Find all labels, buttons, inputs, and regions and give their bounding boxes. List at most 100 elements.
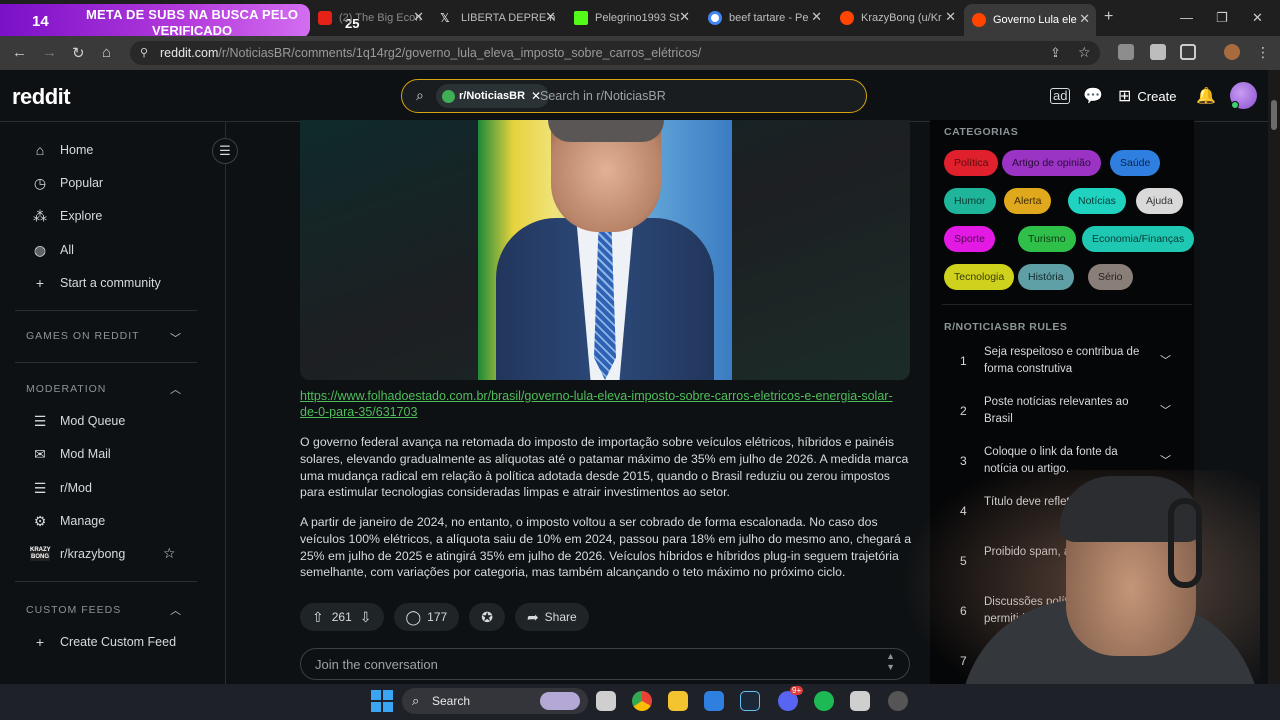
source-link[interactable]: https://www.folhadoestado.com.br/brasil/… xyxy=(300,388,910,420)
close-tab-icon[interactable]: ✕ xyxy=(413,9,424,25)
home-browser-icon[interactable]: ⌂ xyxy=(102,44,111,61)
minimize-icon[interactable]: — xyxy=(1180,10,1193,25)
sidebar-item-all[interactable]: ◍ All xyxy=(30,240,74,260)
share-button[interactable]: ➦ Share xyxy=(514,603,589,631)
moderation-section-title[interactable]: MODERATION xyxy=(26,383,106,395)
chat-icon[interactable]: 💬 xyxy=(1083,86,1103,106)
sidebar-item-rmod[interactable]: ☰ r/Mod xyxy=(30,478,92,498)
close-window-icon[interactable]: ✕ xyxy=(1252,10,1263,26)
close-tab-icon[interactable]: ✕ xyxy=(1079,11,1090,27)
close-tab-icon[interactable]: ✕ xyxy=(679,9,690,25)
bookmark-star-icon[interactable]: ☆ xyxy=(1078,44,1091,61)
extension-icon[interactable] xyxy=(1150,44,1166,60)
downvote-icon[interactable]: ⇩ xyxy=(360,609,372,626)
close-tab-icon[interactable]: ✕ xyxy=(545,9,556,25)
sidebar-item-manage[interactable]: ⚙ Manage xyxy=(30,511,105,531)
back-icon[interactable]: ← xyxy=(12,44,27,61)
chevron-down-icon[interactable]: ﹀ xyxy=(1160,336,1171,386)
browser-menu-icon[interactable]: ⋮ xyxy=(1256,44,1270,61)
task-view-icon[interactable] xyxy=(596,691,616,711)
taskbar-search[interactable]: ⌕ Search xyxy=(402,688,588,714)
sidebar-item-start-community[interactable]: + Start a community xyxy=(30,273,161,293)
restore-icon[interactable]: ❐ xyxy=(1216,10,1228,26)
category-tag[interactable]: Ajuda xyxy=(1136,188,1183,214)
chevron-up-icon[interactable]: ︿ xyxy=(170,381,181,397)
windows-start-icon[interactable] xyxy=(371,690,393,712)
category-tag[interactable]: Alerta xyxy=(1004,188,1052,214)
sidebar-item-mod-mail[interactable]: ✉ Mod Mail xyxy=(30,444,111,464)
search-input[interactable] xyxy=(540,86,840,106)
community-search-chip[interactable]: r/NoticiasBR ✕ xyxy=(436,84,550,108)
comments-button[interactable]: ◯ 177 xyxy=(393,603,460,631)
online-status-dot xyxy=(1231,101,1239,109)
chevron-up-icon[interactable]: ︿ xyxy=(170,602,181,618)
chevron-down-icon[interactable]: ﹀ xyxy=(1160,386,1171,436)
tab-liberta[interactable]: 𝕏 LIBERTA DEPRE n ✕ xyxy=(432,6,562,30)
sidebar-item-home[interactable]: ⌂ Home xyxy=(30,140,94,160)
scrollbar-thumb[interactable] xyxy=(1271,100,1277,130)
snipping-tool-icon[interactable] xyxy=(850,691,870,711)
tab-beef-tartare[interactable]: beef tartare - Pe ✕ xyxy=(700,6,828,30)
category-tag[interactable]: Saúde xyxy=(1110,150,1161,176)
sidebar-item-create-custom-feed[interactable]: + Create Custom Feed xyxy=(30,632,176,652)
tab-big-econ[interactable]: (2) The Big Econ ✕ xyxy=(310,6,430,30)
site-info-icon[interactable]: ⚲ xyxy=(140,41,148,65)
chevron-down-icon[interactable]: ﹀ xyxy=(170,330,181,346)
category-tag[interactable]: Política xyxy=(944,150,999,176)
category-tag[interactable]: Sério xyxy=(1088,264,1133,290)
close-tab-icon[interactable]: ✕ xyxy=(945,9,956,25)
collapse-sidebar-button[interactable]: ☰ xyxy=(212,138,238,164)
sidebar-item-popular[interactable]: ◷ Popular xyxy=(30,173,103,193)
resize-grip-icon[interactable]: ▲ ▼ xyxy=(886,651,895,673)
url-field[interactable]: ⚲ reddit.com/r/NoticiasBR/comments/1q14r… xyxy=(130,41,1100,65)
tab-governo-lula[interactable]: Governo Lula ele ✕ xyxy=(964,4,1096,36)
file-explorer-icon[interactable] xyxy=(668,691,688,711)
award-button[interactable]: ✪ xyxy=(469,603,505,631)
advertise-icon[interactable]: ad xyxy=(1050,88,1071,104)
extension-icon[interactable] xyxy=(1118,44,1134,60)
category-tag[interactable]: Artigo de opinião xyxy=(1002,150,1101,176)
obs-icon[interactable] xyxy=(888,691,908,711)
favorite-star-icon[interactable]: ☆ xyxy=(163,545,176,562)
category-tag[interactable]: Notícias xyxy=(1068,188,1126,214)
reload-icon[interactable]: ↻ xyxy=(72,44,85,62)
new-tab-icon[interactable]: + xyxy=(1104,8,1113,26)
chrome-icon[interactable] xyxy=(632,691,652,711)
page-scrollbar[interactable] xyxy=(1268,70,1280,684)
create-button[interactable]: ⊞ Create xyxy=(1118,86,1176,106)
reddit-logo[interactable]: reddit xyxy=(12,84,71,110)
post-paragraph: O governo federal avança na retomada do … xyxy=(300,435,909,500)
sidebar-item-mod-queue[interactable]: ☰ Mod Queue xyxy=(30,411,126,431)
close-tab-icon[interactable]: ✕ xyxy=(811,9,822,25)
mod-queue-icon: ☰ xyxy=(33,412,47,429)
games-section-title[interactable]: GAMES ON REDDIT xyxy=(26,330,140,342)
forward-icon[interactable]: → xyxy=(42,44,57,61)
post-image[interactable] xyxy=(300,120,910,380)
upvote-icon[interactable]: ⇧ xyxy=(312,609,324,626)
install-app-icon[interactable]: ⇪ xyxy=(1050,45,1061,61)
rule-item[interactable]: 2 Poste notícias relevantes ao Brasil ﹀ xyxy=(944,386,1184,436)
notifications-bell-icon[interactable]: 🔔 xyxy=(1196,86,1216,106)
rule-number: 1 xyxy=(960,354,967,368)
category-tag[interactable]: Sporte xyxy=(944,226,995,252)
category-tag[interactable]: Tecnologia xyxy=(944,264,1015,290)
tab-pelegrino[interactable]: Pelegrino1993 St ✕ xyxy=(566,6,696,30)
custom-feeds-section-title[interactable]: CUSTOM FEEDS xyxy=(26,604,121,616)
category-tag[interactable]: História xyxy=(1018,264,1074,290)
steam-icon[interactable] xyxy=(740,691,760,711)
category-tag[interactable]: Turismo xyxy=(1018,226,1076,252)
category-tag[interactable]: Humor xyxy=(944,188,996,214)
sidebar-item-explore[interactable]: ⁂ Explore xyxy=(30,206,102,226)
search-bar[interactable]: ⌕ r/NoticiasBR ✕ xyxy=(401,79,867,113)
user-avatar[interactable] xyxy=(1230,82,1257,109)
category-tag[interactable]: Economia/Finanças xyxy=(1082,226,1195,252)
extensions-puzzle-icon[interactable] xyxy=(1180,44,1196,60)
sidebar-item-krazybong[interactable]: KRAZY BONG r/krazybong xyxy=(30,544,125,564)
tab-krazybong[interactable]: KrazyBong (u/Kr ✕ xyxy=(832,6,962,30)
comment-input[interactable]: Join the conversation ▲ ▼ xyxy=(300,648,910,680)
store-icon[interactable] xyxy=(704,691,724,711)
profile-avatar-icon[interactable] xyxy=(1224,44,1240,60)
spotify-icon[interactable] xyxy=(814,691,834,711)
create-label: Create xyxy=(1137,88,1177,104)
rule-item[interactable]: 1 Seja respeitoso e contribua de forma co… xyxy=(944,336,1184,386)
